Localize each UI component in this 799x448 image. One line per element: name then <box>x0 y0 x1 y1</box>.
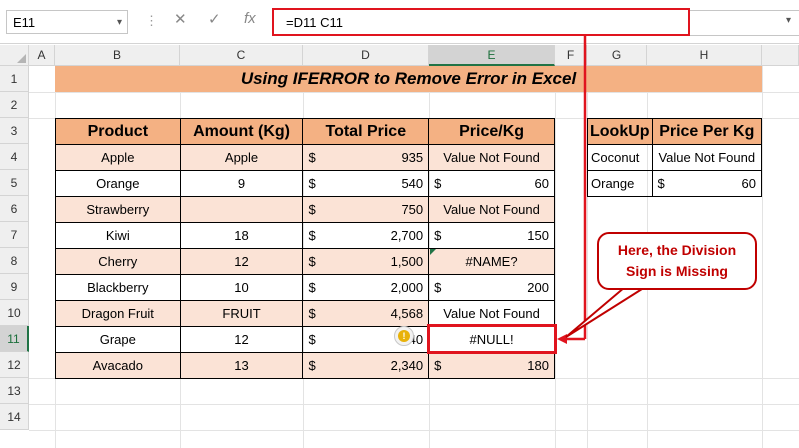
callout-box: Here, the Division Sign is Missing <box>597 232 757 290</box>
callout-pointer <box>565 285 645 338</box>
callout-line-2: Sign is Missing <box>626 263 728 279</box>
annotation-lines <box>557 36 645 344</box>
arrow-head-icon <box>557 334 567 344</box>
callout-line-1: Here, the Division <box>617 242 737 258</box>
